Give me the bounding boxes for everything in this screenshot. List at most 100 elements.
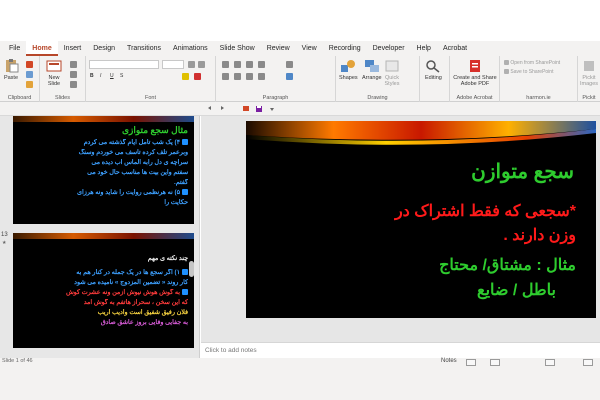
clipboard-group: Paste Clipboard xyxy=(0,56,40,102)
thumbnail-text-line: ۵) نه هرنظمی روایت را شاید ونه هرزای xyxy=(19,189,188,197)
animation-star-icon: ★ xyxy=(2,240,7,246)
status-bar: Slide 1 of 46 Notes xyxy=(0,358,600,400)
editing-group: Editing xyxy=(420,56,450,102)
pickit-group: Pickit Images Pickit xyxy=(578,56,600,102)
shapes-icon xyxy=(341,60,356,72)
ribbon-tabs: File Home Insert Design Transitions Animation… xyxy=(0,41,600,56)
tab-file[interactable]: File xyxy=(3,41,26,56)
sharepoint-save-icon xyxy=(504,69,509,74)
font-size-combobox[interactable] xyxy=(162,60,184,69)
shapes-button[interactable]: Shapes xyxy=(339,59,358,81)
tab-developer[interactable]: Developer xyxy=(367,41,411,56)
slide-number: 13 xyxy=(1,232,8,238)
convert-smartart-icon[interactable] xyxy=(286,73,293,80)
thumbnail-text: سراچه ی دل رابه الماس آب دیده می xyxy=(91,159,188,166)
thumbnail-text-line: که این سخن ، سحراز هاتفم به گوش آمد xyxy=(19,299,188,307)
customize-toolbar-icon[interactable] xyxy=(268,105,276,113)
start-slideshow-icon[interactable] xyxy=(242,105,250,113)
new-slide-button[interactable]: New Slide xyxy=(45,59,63,87)
notes-toggle-button[interactable]: Notes xyxy=(441,358,457,364)
quick-styles-button[interactable]: Quick Styles xyxy=(384,59,400,87)
editing-button[interactable]: Editing xyxy=(425,59,442,81)
justify-icon[interactable] xyxy=(258,73,265,80)
arrange-button[interactable]: Arrange xyxy=(362,59,382,81)
editing-icon xyxy=(426,60,440,73)
paste-icon xyxy=(6,59,19,73)
current-slide[interactable]: سجع متوازن *سجعی که فقط اشتراک در وزن دا… xyxy=(246,121,596,318)
quick-access-toolbar xyxy=(0,102,600,116)
italic-icon[interactable]: I xyxy=(100,73,101,80)
underline-icon[interactable]: U xyxy=(110,73,114,80)
pickit-images-button[interactable]: Pickit Images xyxy=(579,59,599,87)
thumbnail-text: مثال سجع متوازی xyxy=(121,125,188,135)
bold-icon[interactable]: B xyxy=(90,73,94,80)
cut-icon[interactable] xyxy=(26,61,33,68)
tab-animations[interactable]: Animations xyxy=(167,41,214,56)
font-name-combobox[interactable] xyxy=(89,60,159,69)
thumbnail-text-line: به گوش هوش نیوش ازمن ونه عشرت کوش xyxy=(19,289,188,297)
bullet-icon xyxy=(182,269,188,275)
notes-pane[interactable]: Click to add notes xyxy=(201,342,600,358)
harmonie-group: Open from SharePoint Save to SharePoint … xyxy=(500,56,578,102)
align-left-icon[interactable] xyxy=(222,73,229,80)
undo-icon[interactable] xyxy=(206,105,214,113)
text-direction-icon[interactable] xyxy=(286,61,293,68)
thumbnail-scrollbar[interactable] xyxy=(189,261,194,277)
slide-text-line-2: وزن دارند . xyxy=(503,227,576,244)
paste-button[interactable]: Paste xyxy=(3,59,19,81)
numbering-icon[interactable] xyxy=(234,61,241,68)
new-slide-icon xyxy=(46,60,62,72)
bullet-icon xyxy=(182,189,188,195)
pdf-icon xyxy=(470,60,480,72)
bullets-icon[interactable] xyxy=(222,61,229,68)
increase-indent-icon[interactable] xyxy=(258,61,265,68)
copy-icon[interactable] xyxy=(26,71,33,78)
create-share-pdf-button[interactable]: Create and Share Adobe PDF xyxy=(452,59,498,87)
slideshow-view-icon[interactable] xyxy=(583,359,593,366)
adobe-group: Create and Share Adobe PDF Adobe Acrobat xyxy=(450,56,500,102)
thumbnail-text-line: حکایت را xyxy=(19,199,188,207)
open-from-sharepoint-button[interactable]: Open from SharePoint xyxy=(504,60,560,67)
tab-acrobat[interactable]: Acrobat xyxy=(437,41,473,56)
grow-font-icon[interactable] xyxy=(188,61,195,68)
tab-review[interactable]: Review xyxy=(261,41,296,56)
shadow-icon[interactable]: S xyxy=(120,73,123,80)
decrease-indent-icon[interactable] xyxy=(246,61,253,68)
align-center-icon[interactable] xyxy=(234,73,241,80)
thumbnail-text: حکایت را xyxy=(164,199,188,206)
thumbnail-text-line: کار روند « تضمین المزدوج » نامیده می شود xyxy=(19,279,188,287)
save-to-sharepoint-button[interactable]: Save to SharePoint xyxy=(504,69,553,76)
thumbnail-text-line: به جفایی وفایی بروز عاشق صادق xyxy=(19,319,188,327)
tab-home[interactable]: Home xyxy=(26,41,58,56)
reset-icon[interactable] xyxy=(70,71,77,78)
thumbnail-text-line: چند نکته ی مهم xyxy=(19,255,188,263)
shrink-font-icon[interactable] xyxy=(198,61,205,68)
thumbnail-text: ۴) یک شب تأمل ایام گذشته می کردم xyxy=(83,139,180,146)
slide-sorter-view-icon[interactable] xyxy=(490,359,500,366)
font-color-icon[interactable] xyxy=(194,73,201,80)
normal-view-icon[interactable] xyxy=(466,359,476,366)
save-icon[interactable] xyxy=(255,105,263,113)
tab-design[interactable]: Design xyxy=(87,41,121,56)
format-painter-icon[interactable] xyxy=(26,81,33,88)
highlight-color-icon[interactable] xyxy=(182,73,189,80)
align-right-icon[interactable] xyxy=(246,73,253,80)
tab-help[interactable]: Help xyxy=(411,41,437,56)
slide-thumbnail-12[interactable]: مثال سجع متوازی ۴) یک شب تأمل ایام گذشته … xyxy=(13,116,194,224)
tab-view[interactable]: View xyxy=(296,41,323,56)
tab-recording[interactable]: Recording xyxy=(323,41,367,56)
thumbnail-text-line: سراچه ی دل رابه الماس آب دیده می xyxy=(19,159,188,167)
section-icon[interactable] xyxy=(70,81,77,88)
thumbnail-text: به جفایی وفایی بروز عاشق صادق xyxy=(100,319,188,326)
tab-transitions[interactable]: Transitions xyxy=(121,41,167,56)
tab-slide-show[interactable]: Slide Show xyxy=(214,41,261,56)
redo-icon[interactable] xyxy=(218,105,226,113)
paragraph-group: Paragraph xyxy=(216,56,336,102)
powerpoint-window: File Home Insert Design Transitions Animation… xyxy=(0,0,600,400)
reading-view-icon[interactable] xyxy=(545,359,555,366)
thumbnail-text-line: فلان رفیق شفیق است وادیب اریب xyxy=(19,309,188,317)
thumbnail-text: ۵) نه هرنظمی روایت را شاید ونه هرزای xyxy=(77,189,180,196)
layout-icon[interactable] xyxy=(70,61,77,68)
slide-thumbnail-13[interactable]: چند نکته ی مهم ۱) اگر سجع ها در یک جمله د… xyxy=(13,233,194,348)
tab-insert[interactable]: Insert xyxy=(58,41,88,56)
